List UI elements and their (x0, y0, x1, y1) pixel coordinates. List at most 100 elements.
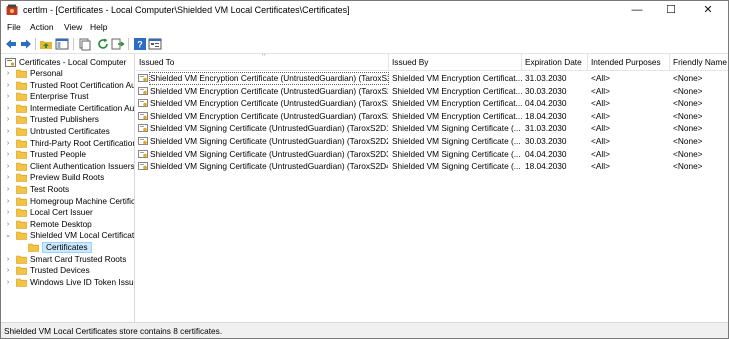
minimize-button[interactable]: — (620, 1, 654, 20)
col-header-expiration-date[interactable]: Expiration Date (522, 54, 588, 70)
tree-expand-chevron-icon[interactable]: › (4, 254, 12, 265)
tree-item-local-cert-issuer[interactable]: › Local Cert Issuer (1, 207, 134, 218)
cell-issued-by: Shielded VM Signing Certificate (... (392, 136, 521, 146)
tree-expand-chevron-icon[interactable]: › (4, 126, 12, 137)
table-row[interactable]: Shielded VM Encryption Certificate (Untr… (136, 111, 728, 122)
tree-item-homegroup-machine-certific[interactable]: › Homegroup Machine Certific (1, 196, 134, 207)
tree-item-untrusted-certificates[interactable]: › Untrusted Certificates (1, 126, 134, 137)
folder-icon (16, 255, 27, 264)
tree-expand-chevron-icon[interactable]: › (4, 207, 12, 218)
menu-help[interactable]: Help (90, 22, 107, 32)
folder-icon (16, 174, 27, 183)
tree-expand-chevron-icon[interactable]: › (4, 184, 12, 195)
tree-expand-chevron-icon[interactable]: › (4, 114, 12, 125)
certificate-icon (138, 74, 148, 82)
folder-icon (16, 116, 27, 125)
cell-intended-purposes: <All> (591, 136, 610, 146)
tree-item-shielded-vm-local-certificate[interactable]: ⌄ Shielded VM Local Certificate (1, 230, 134, 241)
tree-item-trusted-root-certification-au[interactable]: › Trusted Root Certification Au (1, 80, 134, 91)
back-icon[interactable] (4, 37, 18, 51)
col-header-friendly-name[interactable]: Friendly Name (670, 54, 728, 70)
help-icon[interactable]: ? (133, 37, 147, 51)
tree-item-enterprise-trust[interactable]: › Enterprise Trust (1, 91, 134, 102)
forward-icon[interactable] (19, 37, 33, 51)
tree-item-third-party-root-certification[interactable]: › Third-Party Root Certification (1, 138, 134, 149)
menu-view[interactable]: View (64, 22, 82, 32)
console-tree: Certificates - Local Computer › Personal ›… (1, 54, 135, 322)
properties-icon[interactable] (148, 37, 162, 51)
tree-root-label: Certificates - Local Computer (19, 57, 127, 67)
tree-item-trusted-people[interactable]: › Trusted People (1, 149, 134, 160)
tree-expand-chevron-icon[interactable]: › (4, 91, 12, 102)
cell-expiration-date: 04.04.2030 (525, 148, 567, 159)
cell-expiration-date: 30.03.2030 (525, 85, 567, 96)
tree-expand-chevron-icon[interactable]: › (4, 80, 12, 91)
table-row[interactable]: Shielded VM Encryption Certificate (Untr… (136, 86, 728, 97)
copy-icon[interactable] (78, 37, 92, 51)
tree-expand-chevron-icon[interactable]: › (4, 219, 12, 230)
tree-expand-chevron-icon[interactable]: › (4, 161, 12, 172)
tree-expand-chevron-icon[interactable]: › (4, 103, 12, 114)
folder-icon (16, 185, 27, 194)
export-list-icon[interactable] (111, 37, 125, 51)
title-bar: certlm - [Certificates - Local Computer\… (1, 1, 728, 20)
table-row[interactable]: Shielded VM Signing Certificate (Untrust… (136, 149, 728, 160)
folder-icon (16, 92, 27, 101)
col-header-intended-purposes[interactable]: Intended Purposes (588, 54, 670, 70)
tree-item-label: Trusted Devices (30, 265, 90, 276)
tree-expand-chevron-icon[interactable]: › (4, 196, 12, 207)
tree-item-preview-build-roots[interactable]: › Preview Build Roots (1, 172, 134, 183)
folder-icon (16, 208, 27, 217)
cell-friendly-name: <None> (673, 85, 703, 96)
menu-action[interactable]: Action (30, 22, 54, 32)
col-header-issued-to[interactable]: Issued To (136, 54, 389, 70)
folder-icon (16, 232, 27, 241)
tree-item-label: Untrusted Certificates (30, 126, 110, 136)
tree-item-personal[interactable]: › Personal (1, 68, 134, 79)
table-row[interactable]: Shielded VM Encryption Certificate (Untr… (136, 72, 728, 85)
certificate-store-icon (5, 58, 16, 67)
menu-file[interactable]: File (7, 22, 21, 32)
tree-item-certificates[interactable]: Certificates (1, 242, 134, 253)
cell-intended-purposes: <All> (591, 148, 610, 159)
tree-item-smart-card-trusted-roots[interactable]: › Smart Card Trusted Roots (1, 254, 134, 265)
tree-expand-chevron-icon[interactable]: › (4, 68, 12, 79)
maximize-button[interactable]: ☐ (654, 1, 688, 20)
tree-item-windows-live-id-token-issuer[interactable]: › Windows Live ID Token Issuer (1, 277, 134, 288)
cell-friendly-name: <None> (673, 148, 703, 159)
refresh-icon[interactable] (96, 37, 110, 51)
tree-expand-chevron-icon[interactable]: › (4, 172, 12, 183)
cell-issued-by: Shielded VM Encryption Certificat... (392, 85, 523, 96)
cell-issued-to: Shielded VM Signing Certificate (Untrust… (150, 148, 388, 159)
menu-bar: File Action View Help (1, 21, 728, 34)
cell-friendly-name: <None> (673, 123, 703, 134)
table-row[interactable]: Shielded VM Signing Certificate (Untrust… (136, 161, 728, 172)
tree-item-test-roots[interactable]: › Test Roots (1, 184, 134, 195)
tree-item-label: Trusted Root Certification Au (30, 79, 135, 90)
col-header-issued-by[interactable]: Issued By (389, 54, 522, 70)
tree-item-label: Homegroup Machine Certific (30, 195, 135, 206)
table-row[interactable]: Shielded VM Signing Certificate (Untrust… (136, 136, 728, 147)
cell-issued-to: Shielded VM Encryption Certificate (Untr… (149, 72, 389, 85)
cell-issued-by: Shielded VM Encryption Certificat... (392, 73, 523, 83)
tree-expand-chevron-icon[interactable]: › (4, 277, 12, 288)
tree-expand-chevron-icon[interactable]: › (4, 138, 12, 149)
up-folder-icon[interactable] (39, 37, 53, 51)
tree-item-intermediate-certification-au[interactable]: › Intermediate Certification Au (1, 103, 134, 114)
tree-expand-chevron-icon[interactable]: › (4, 149, 12, 160)
tree-expand-chevron-icon[interactable]: › (4, 265, 12, 276)
tree-item-remote-desktop[interactable]: › Remote Desktop (1, 219, 134, 230)
cell-friendly-name: <None> (673, 136, 703, 146)
header-divider (136, 70, 728, 71)
tree-item-client-authentication-issuers[interactable]: › Client Authentication Issuers (1, 161, 134, 172)
tree-item-trusted-devices[interactable]: › Trusted Devices (1, 265, 134, 276)
show-hide-tree-icon[interactable] (55, 37, 69, 51)
folder-icon (28, 243, 39, 252)
cell-friendly-name: <None> (673, 161, 703, 172)
table-row[interactable]: Shielded VM Encryption Certificate (Untr… (136, 98, 728, 109)
tree-root[interactable]: Certificates - Local Computer (3, 57, 133, 68)
tree-collapse-chevron-icon[interactable]: ⌄ (4, 230, 12, 241)
tree-item-trusted-publishers[interactable]: › Trusted Publishers (1, 114, 134, 125)
close-button[interactable]: ✕ (691, 1, 725, 20)
table-row[interactable]: Shielded VM Signing Certificate (Untrust… (136, 123, 728, 134)
